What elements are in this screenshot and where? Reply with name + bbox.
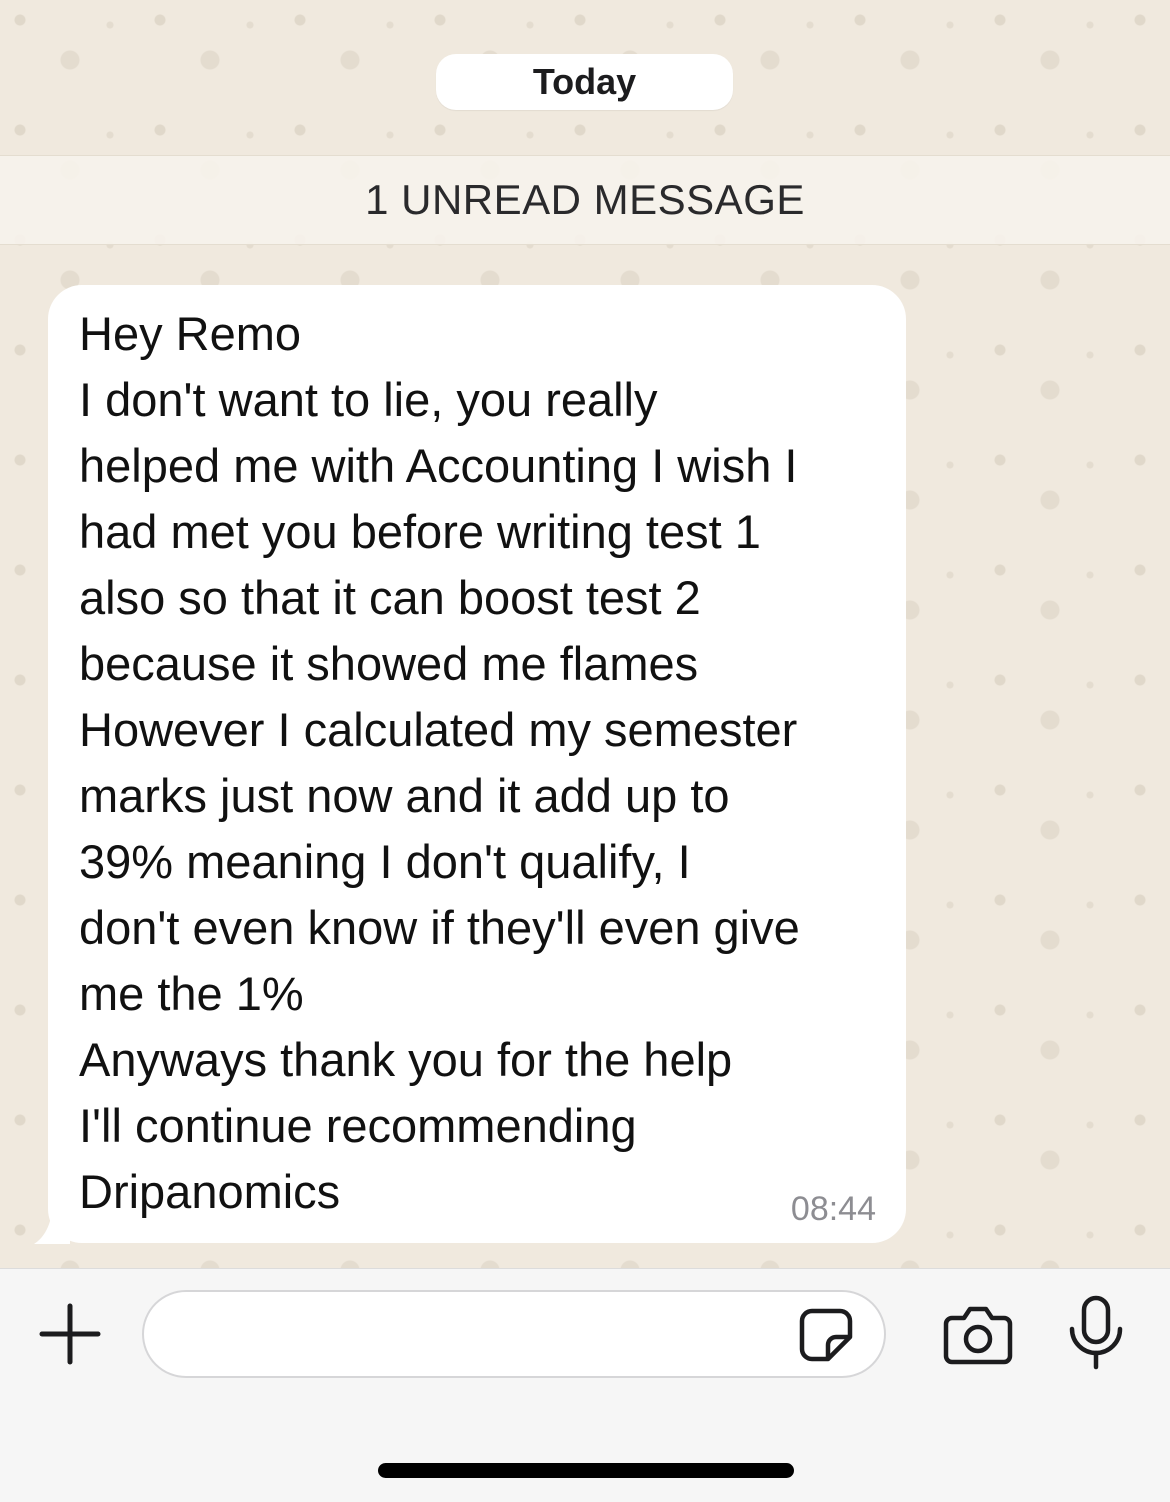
microphone-button[interactable] — [1064, 1294, 1128, 1372]
unread-messages-banner: 1 UNREAD MESSAGE — [0, 155, 1170, 245]
message-input[interactable] — [142, 1290, 886, 1378]
home-indicator[interactable] — [378, 1463, 794, 1478]
attach-button[interactable] — [36, 1300, 104, 1368]
sticker-icon — [799, 1308, 853, 1362]
microphone-icon — [1069, 1295, 1123, 1370]
incoming-message-bubble[interactable]: Hey Remo I don't want to lie, you really… — [48, 285, 906, 1243]
date-label: Today — [532, 61, 637, 102]
camera-button[interactable] — [940, 1300, 1016, 1370]
date-separator: Today — [436, 54, 733, 110]
sticker-button[interactable] — [796, 1305, 856, 1365]
message-text: Hey Remo I don't want to lie, you really… — [79, 307, 800, 1218]
chat-screen: Today 1 UNREAD MESSAGE Hey Remo I don't … — [0, 0, 1170, 1502]
plus-icon — [39, 1303, 101, 1365]
camera-icon — [943, 1306, 1013, 1365]
message-timestamp: 08:44 — [790, 1190, 876, 1228]
unread-label: 1 UNREAD MESSAGE — [365, 176, 805, 223]
